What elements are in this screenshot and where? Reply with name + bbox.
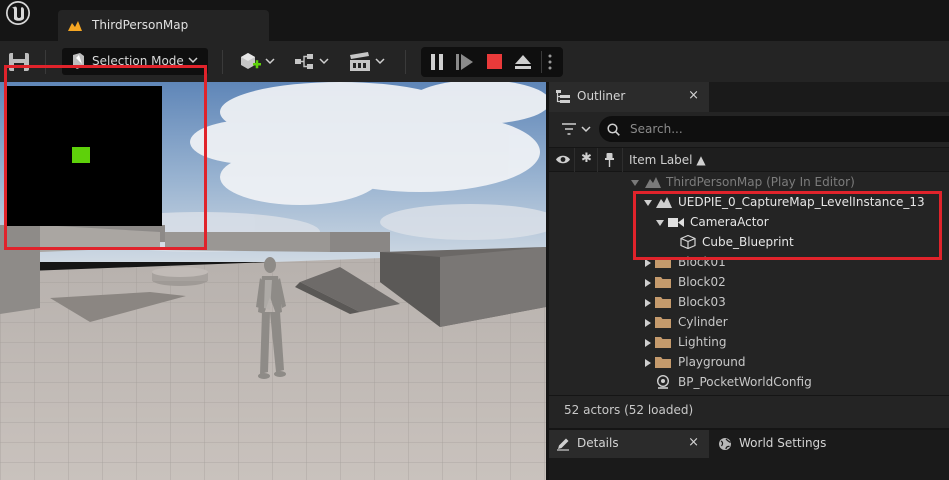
play-controls bbox=[421, 47, 563, 77]
tree-row-third-person-map[interactable]: ThirdPersonMap (Play In Editor) bbox=[549, 173, 949, 193]
more-options-icon[interactable] bbox=[547, 54, 553, 70]
highlight-box-outliner bbox=[633, 191, 942, 260]
outliner-tab-label: Outliner bbox=[577, 89, 626, 103]
tab-outliner[interactable]: Outliner × bbox=[549, 82, 709, 112]
tree-row-lighting[interactable]: Lighting bbox=[549, 333, 949, 353]
close-icon[interactable]: × bbox=[688, 435, 699, 450]
tree-row-pocket-world-config[interactable]: BP_PocketWorldConfig bbox=[549, 373, 949, 393]
column-divider bbox=[597, 148, 598, 172]
collapsed-arrow-icon[interactable] bbox=[644, 259, 652, 267]
folder-icon bbox=[655, 297, 671, 308]
folder-icon bbox=[655, 317, 671, 328]
folder-icon bbox=[655, 357, 671, 368]
collapsed-arrow-icon[interactable] bbox=[644, 339, 652, 347]
item-label-column[interactable]: Item Label ▲ bbox=[629, 153, 706, 167]
collapsed-arrow-icon[interactable] bbox=[644, 319, 652, 327]
frame-skip-icon[interactable] bbox=[456, 54, 474, 70]
add-actor-icon[interactable] bbox=[239, 51, 275, 73]
tab-world-settings[interactable]: World Settings bbox=[711, 430, 871, 458]
pin-icon[interactable] bbox=[605, 153, 614, 167]
filter-icon[interactable] bbox=[561, 122, 591, 136]
collapsed-arrow-icon[interactable] bbox=[644, 279, 652, 287]
search-icon bbox=[607, 123, 620, 136]
play-divider bbox=[541, 51, 542, 73]
row-label: Block03 bbox=[678, 295, 726, 309]
tab-details[interactable]: Details × bbox=[549, 430, 709, 458]
actor-icon bbox=[657, 375, 669, 389]
column-divider bbox=[622, 148, 623, 172]
outliner-search-row bbox=[549, 112, 949, 146]
outliner-divider bbox=[549, 395, 949, 396]
details-tab-label: Details bbox=[577, 436, 619, 450]
outliner-column-header[interactable]: ✱ Item Label ▲ bbox=[549, 147, 949, 172]
blueprint-icon[interactable] bbox=[293, 51, 329, 73]
row-label: Cylinder bbox=[678, 315, 728, 329]
eject-icon[interactable] bbox=[514, 54, 532, 70]
row-label: BP_PocketWorldConfig bbox=[678, 375, 812, 389]
row-label: Playground bbox=[678, 355, 746, 369]
toolbar-divider bbox=[222, 50, 223, 74]
tree-row-block03[interactable]: Block03 bbox=[549, 293, 949, 313]
actor-count-status: 52 actors (52 loaded) bbox=[564, 403, 694, 417]
toolbar-divider bbox=[405, 50, 406, 74]
map-icon bbox=[68, 21, 82, 31]
outliner-icon bbox=[556, 90, 570, 103]
favorite-star-icon[interactable]: ✱ bbox=[581, 151, 592, 166]
expand-arrow-icon[interactable] bbox=[631, 179, 639, 187]
title-bar: ThirdPersonMap bbox=[0, 0, 949, 41]
collapsed-arrow-icon[interactable] bbox=[644, 299, 652, 307]
column-divider bbox=[574, 148, 575, 172]
pause-icon[interactable] bbox=[430, 54, 444, 70]
row-label: Block02 bbox=[678, 275, 726, 289]
row-label: Lighting bbox=[678, 335, 727, 349]
level-icon bbox=[645, 177, 661, 188]
tab-third-person-map[interactable]: ThirdPersonMap bbox=[58, 10, 269, 41]
tree-row-cylinder[interactable]: Cylinder bbox=[549, 313, 949, 333]
tree-row-playground[interactable]: Playground bbox=[549, 353, 949, 373]
visibility-eye-icon[interactable] bbox=[555, 154, 571, 165]
collapsed-arrow-icon[interactable] bbox=[644, 359, 652, 367]
close-icon[interactable]: × bbox=[688, 88, 699, 103]
tree-row-block02[interactable]: Block02 bbox=[549, 273, 949, 293]
stop-icon[interactable] bbox=[487, 54, 502, 69]
globe-icon bbox=[719, 438, 731, 450]
folder-icon bbox=[655, 277, 671, 288]
chevron-down-icon bbox=[188, 57, 198, 64]
cinematics-icon[interactable] bbox=[348, 51, 386, 73]
outliner-tab-bar: Outliner × bbox=[549, 82, 949, 112]
bottom-tab-bar: Details × World Settings bbox=[549, 430, 949, 480]
highlight-box-viewport bbox=[4, 65, 207, 250]
outliner-search-input[interactable] bbox=[599, 116, 949, 142]
tab-label: ThirdPersonMap bbox=[92, 18, 189, 32]
details-pencil-icon bbox=[557, 438, 569, 451]
world-settings-tab-label: World Settings bbox=[739, 436, 827, 450]
unreal-logo-icon[interactable] bbox=[2, 0, 34, 28]
folder-icon bbox=[655, 337, 671, 348]
row-label: ThirdPersonMap (Play In Editor) bbox=[666, 175, 855, 189]
